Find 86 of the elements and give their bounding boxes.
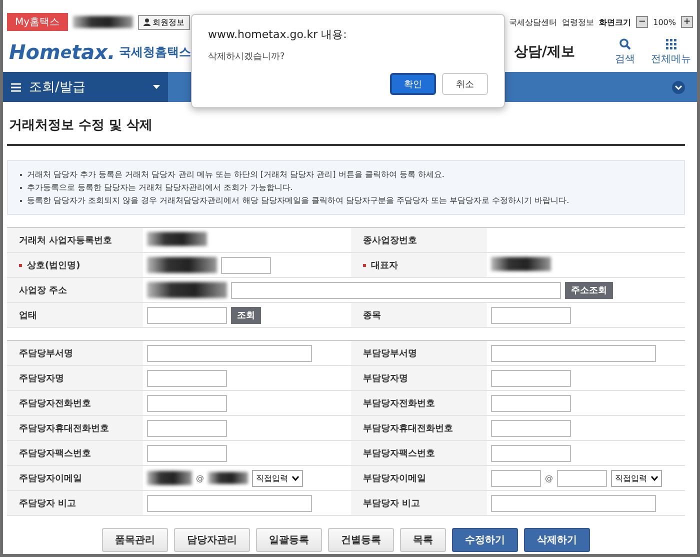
caret-icon [153,85,160,89]
my-hometax-button[interactable]: My홈택스 [7,13,68,31]
field-label: 종목 [363,310,381,320]
caret-icon [292,476,299,480]
menu-icon [11,82,21,92]
input-field[interactable] [147,370,227,386]
field-label: 업태 [19,310,37,320]
redacted-value [147,232,207,246]
lookup-button[interactable]: 조회 [231,306,261,324]
notice-text: 거래처 담당자 추가 등록은 거래처 담당자 관리 메뉴 또는 하단의 [거래처 담당자 관리] 버튼을 클릭하여 등록 하세요. [20,169,672,180]
toolbar-button[interactable]: 검색 [615,38,635,66]
input-field[interactable] [147,394,227,412]
field-label: 부담당자전화번호 [363,398,435,408]
redacted-value [72,16,133,28]
zoom-label: 화면크기 [599,16,632,28]
input-field[interactable] [147,306,227,324]
redacted-value [147,471,192,485]
person-icon [142,18,151,26]
top-link[interactable]: 국세상담센터 [509,16,558,28]
field-label: 주담당자팩스번호 [19,448,91,458]
dialog-message: 삭제하시겠습니까? [208,51,286,63]
member-info-button[interactable]: 회원정보 [138,14,190,30]
domain-select[interactable]: 직접입력 [611,470,662,486]
action-button[interactable]: 삭제하기 [524,528,590,552]
at-sign: @ [545,474,553,482]
field-label: 주담당자 비고 [19,498,76,508]
input-field[interactable] [491,344,656,362]
email-domain-field[interactable] [557,470,607,486]
input-field[interactable] [491,394,571,412]
field-label: 주담당부서명 [19,348,73,358]
caret-icon [651,476,658,480]
redacted-value [491,256,551,270]
notice-text: 등록한 담당자가 조회되지 않을 경우 거래처담당자관리에서 해당 담당자메일을 클릭하여 담당자구분을 주담당자 또는 부담당자로 수정하시기 바랍니다. [20,195,672,206]
search-icon [619,38,631,50]
menu-dropdown[interactable]: 조회/발급 [3,72,168,102]
field-label: 부담당자휴대전화번호 [363,424,453,434]
toolbar-button[interactable]: 전체메뉴 [651,38,691,66]
field-label: 사업장 주소 [19,286,68,296]
field-label: 부담당자명 [363,374,408,384]
field-label: 부담당부서명 [363,348,417,358]
field-label: 부담당자팩스번호 [363,448,435,458]
input-field[interactable] [491,370,571,386]
input-field[interactable] [147,494,312,512]
at-sign: @ [196,474,204,482]
input-field[interactable] [491,306,571,324]
action-button[interactable]: 수정하기 [452,528,518,552]
field-label: 부담당자이메일 [363,474,426,484]
action-button[interactable]: 일괄등록 [256,528,322,552]
dialog-title: www.hometax.go.kr 내용: [208,27,348,42]
field-label: 종사업장번호 [363,236,417,246]
input-field[interactable] [491,494,656,512]
input-field[interactable] [221,256,271,274]
action-button[interactable]: 품목관리 [102,528,168,552]
address-field[interactable] [231,282,561,298]
grid-icon [665,38,677,50]
input-field[interactable] [491,420,571,436]
zoom-value: 100% [653,18,676,26]
input-field[interactable] [147,444,227,462]
action-button[interactable]: 담당자관리 [174,528,250,552]
action-button[interactable]: 목록 [400,528,446,552]
dialog-button[interactable]: 확인 [390,73,436,95]
redacted-value [208,472,248,484]
field-label: 대표자 [371,260,398,270]
nav-item[interactable]: 상담/제보 [514,43,575,61]
zoom-in-button[interactable]: + [681,16,693,28]
field-label: 상호(법인명) [27,260,80,270]
input-field[interactable] [491,444,571,462]
field-label: 주담당자이메일 [19,474,82,484]
dialog-button[interactable]: 취소 [442,73,488,95]
action-button[interactable]: 건별등록 [328,528,394,552]
field-label: 부담당자 비고 [363,498,420,508]
field-label: 거래처 사업자등록번호 [19,236,112,246]
redacted-value [147,257,217,273]
top-link[interactable]: 업령정보 [562,16,594,28]
input-field[interactable] [147,420,227,436]
domain-select[interactable]: 직접입력 [252,470,303,486]
address-search-button[interactable]: 주소조회 [565,282,613,298]
notice-text: 추가등록으로 등록한 담당자는 거래처 담당자관리에서 조회가 가능합니다. [20,182,672,193]
field-label: 주담당자전화번호 [19,398,91,408]
field-label: 주담당자휴대전화번호 [19,424,109,434]
logo-subtitle: 국세청홈택스 [119,44,192,60]
chevron-down-icon[interactable] [672,80,685,94]
zoom-out-button[interactable]: − [636,16,648,28]
field-label: 주담당자명 [19,374,64,384]
input-field[interactable] [147,344,312,362]
email-field[interactable] [491,470,541,486]
